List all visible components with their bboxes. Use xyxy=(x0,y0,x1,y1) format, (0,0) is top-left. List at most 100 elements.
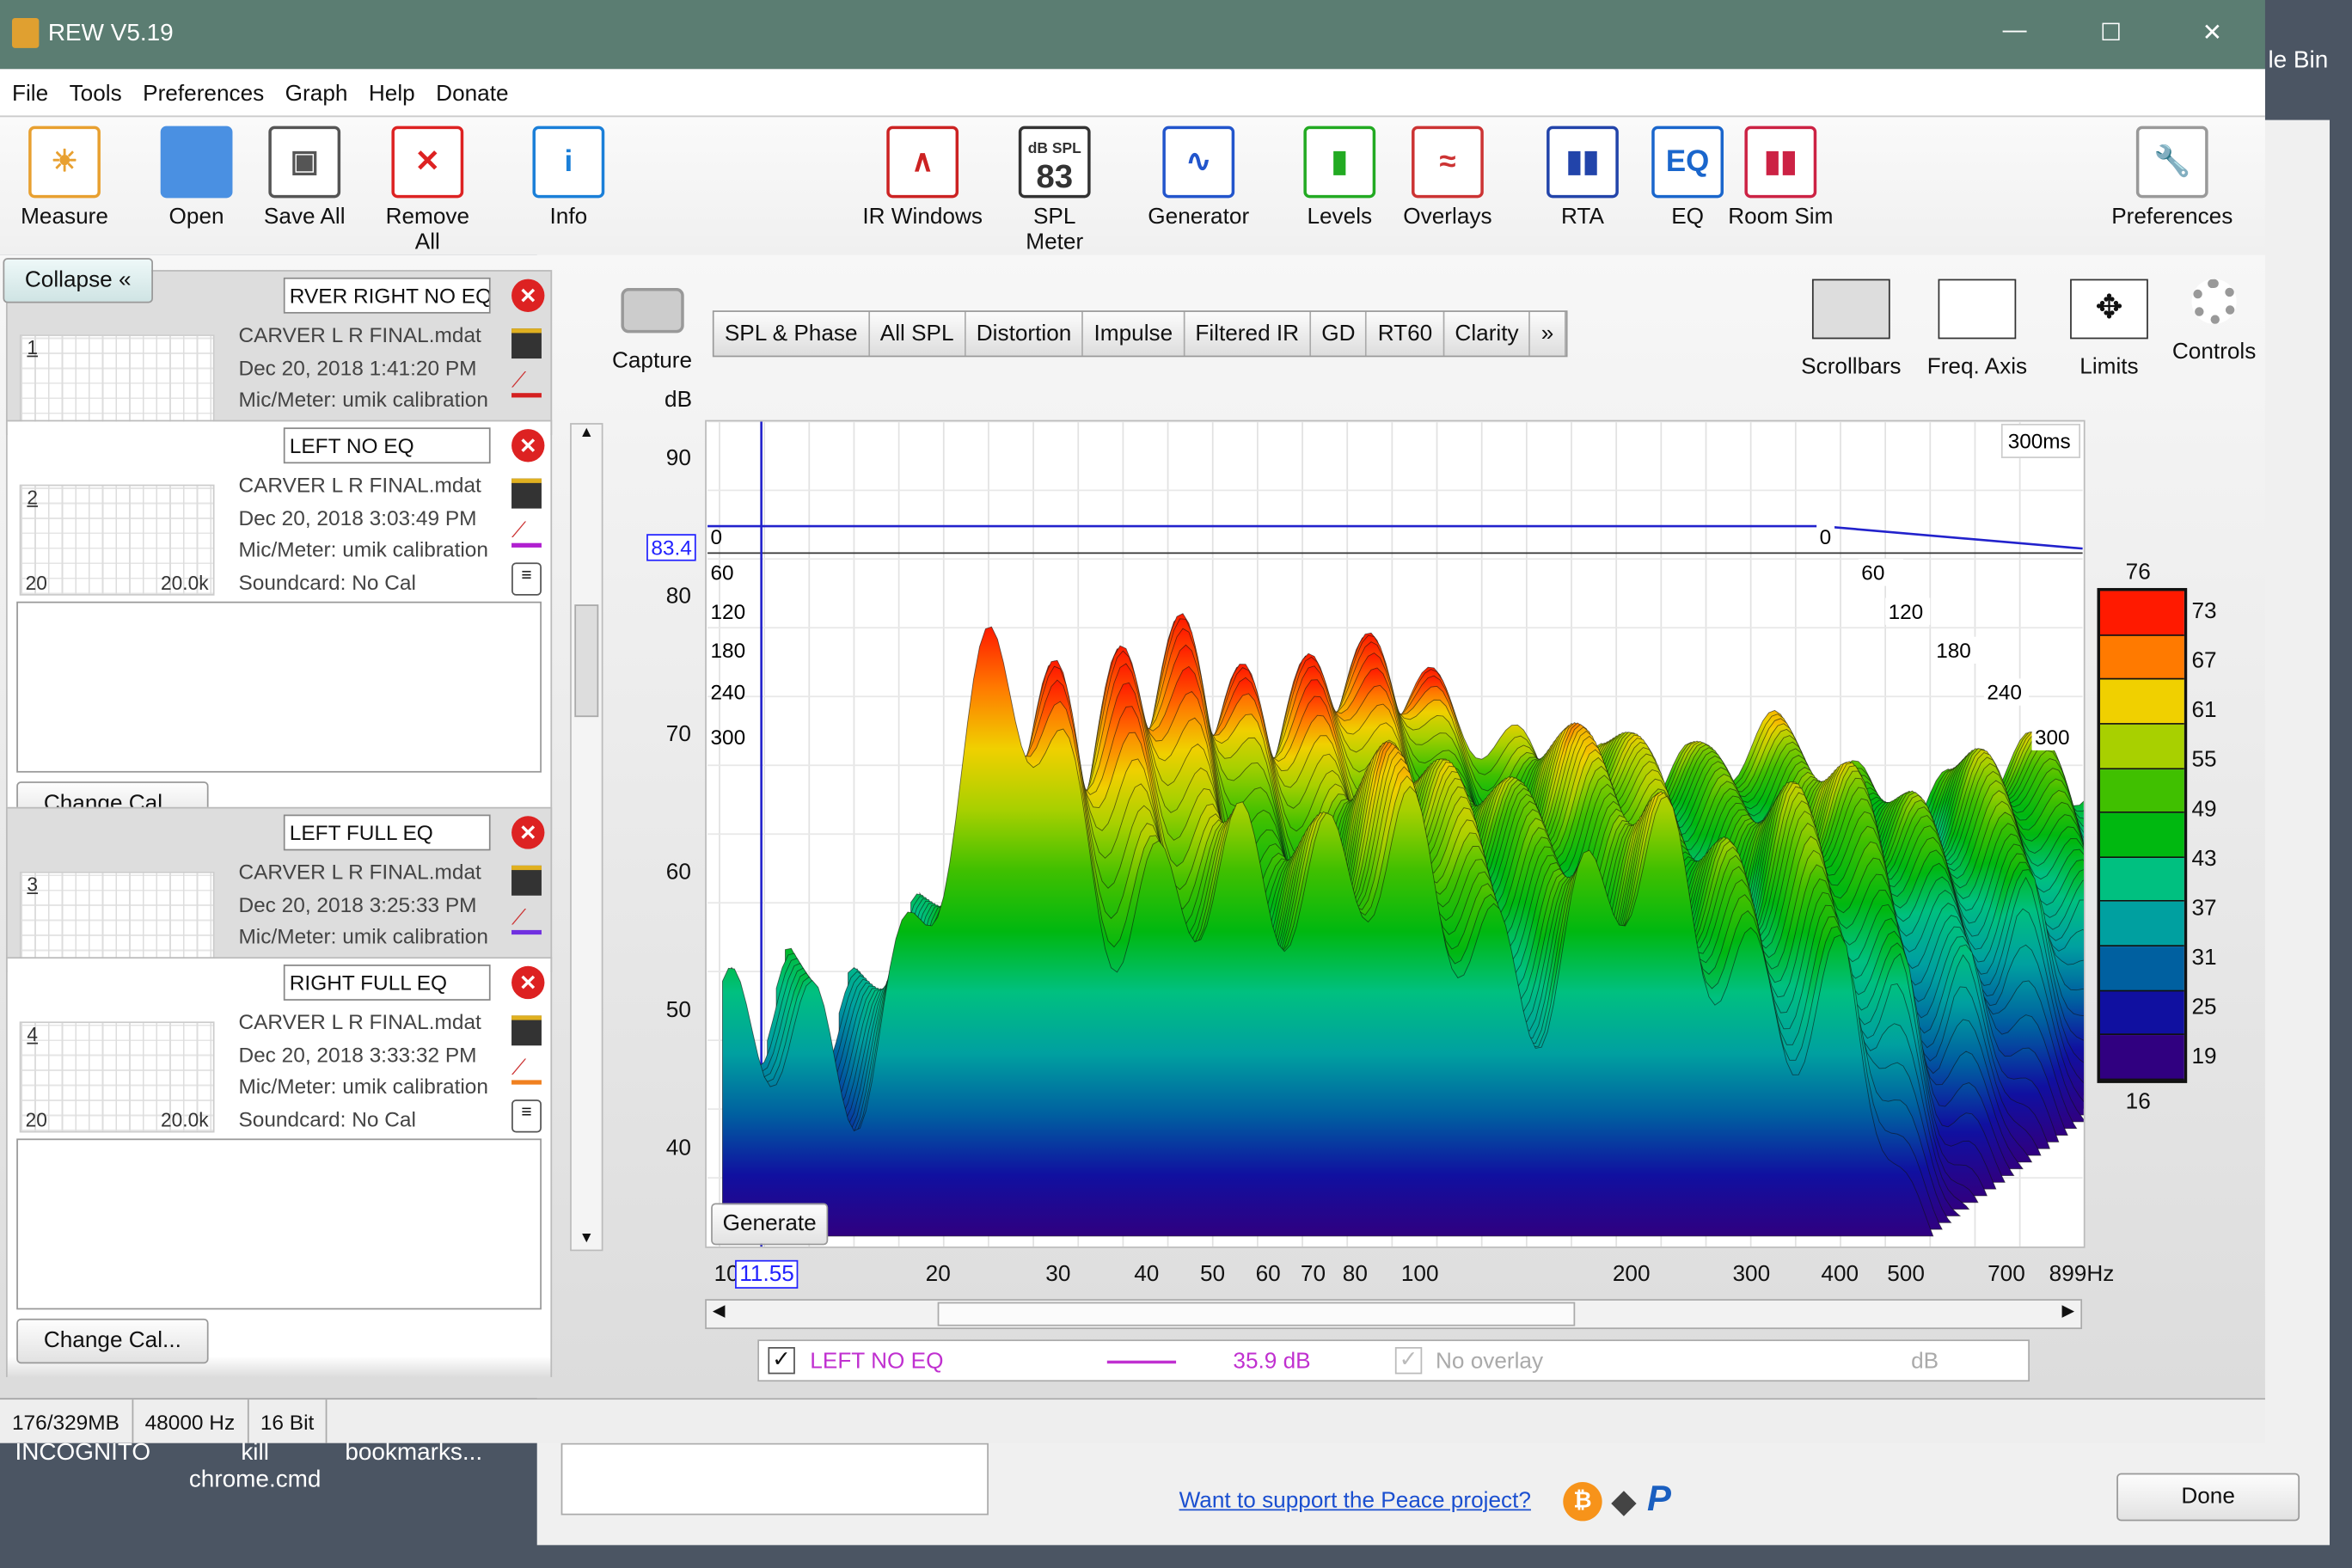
remove-measurement-icon[interactable]: ✕ xyxy=(511,816,545,849)
toolbar-generator-button[interactable]: ∿ Generator xyxy=(1146,126,1251,230)
overlay-checkbox[interactable]: ✓ xyxy=(1394,1347,1423,1375)
scroll-right-arrow[interactable]: ▶ xyxy=(2062,1301,2075,1320)
panel-scrollbar[interactable]: ▲ ▼ xyxy=(570,423,603,1252)
maximize-button[interactable]: ☐ xyxy=(2100,18,2122,48)
tab-filtered-ir[interactable]: Filtered IR xyxy=(1185,311,1312,356)
toolbar-open-button[interactable]: Open xyxy=(144,126,249,230)
toolbar-save-all-button[interactable]: ▣ Save All xyxy=(252,126,357,230)
tab-all-spl[interactable]: All SPL xyxy=(869,311,966,356)
recycle-bin-label[interactable]: le Bin xyxy=(2268,48,2328,75)
spl-value: 83 xyxy=(1036,157,1074,195)
menu-preferences[interactable]: Preferences xyxy=(143,81,264,107)
scroll-thumb[interactable] xyxy=(937,1302,1576,1326)
minimize-button[interactable]: — xyxy=(2003,18,2027,45)
x-tick-label: 70 xyxy=(1300,1261,1326,1288)
menu-donate[interactable]: Donate xyxy=(436,81,508,107)
done-button[interactable]: Done xyxy=(2116,1473,2300,1522)
measurement-name-field[interactable]: LEFT NO EQ xyxy=(283,427,491,464)
measure-icon: ☀ xyxy=(28,126,101,199)
info-mic: Mic/Meter: umik calibration xyxy=(238,536,488,561)
measurement-name-field[interactable]: RVER RIGHT NO EQ xyxy=(283,277,491,314)
measurement-card[interactable]: 4 20 20.0k RIGHT FULL EQ ✕ CARVER L R FINAL.m… xyxy=(5,957,553,1377)
controls-button[interactable]: Controls xyxy=(2157,279,2271,364)
color-pen-icon[interactable]: ⟋ xyxy=(511,904,542,935)
bitcoin-icon[interactable]: ₿ xyxy=(1563,1482,1602,1522)
toolbar-eq-button[interactable]: EQ EQ xyxy=(1635,126,1740,230)
toolbar-preferences-button[interactable]: 🔧 Preferences xyxy=(2100,126,2245,230)
toolbar-measure-button[interactable]: ☀ Measure xyxy=(12,126,117,230)
tab-clarity[interactable]: Clarity xyxy=(1444,311,1531,356)
toolbar-info-button[interactable]: i Info xyxy=(516,126,621,230)
toolbar-spl-meter-button[interactable]: dB SPL 83 SPL Meter xyxy=(1002,126,1107,255)
app-icon xyxy=(11,17,40,48)
ethereum-icon[interactable]: ◆ xyxy=(1611,1482,1637,1521)
save-measurement-icon[interactable] xyxy=(511,328,542,359)
time-tick-right: 0 xyxy=(1820,526,1832,549)
label: kill xyxy=(241,1440,269,1466)
generate-button[interactable]: Generate xyxy=(711,1203,829,1246)
x-tick-label: 30 xyxy=(1045,1261,1071,1288)
measurement-card[interactable]: 32020.0kLEFT FULL EQ✕CARVER L R FINAL.md… xyxy=(5,806,553,983)
notes-textarea[interactable] xyxy=(16,1138,542,1310)
collapse-button[interactable]: Collapse « xyxy=(3,258,153,303)
waterfall-plot[interactable]: 060120180240300060120180240300300ms xyxy=(705,420,2086,1248)
scroll-down-arrow[interactable]: ▼ xyxy=(572,1230,602,1246)
tab-impulse[interactable]: Impulse xyxy=(1083,311,1185,356)
dialog-text-box[interactable] xyxy=(560,1442,989,1516)
y-tick-label: 90 xyxy=(665,445,691,471)
toolbar-remove-all-button[interactable]: ✕ Remove All xyxy=(375,126,480,255)
menu-file[interactable]: File xyxy=(12,81,48,107)
tab-gd[interactable]: GD xyxy=(1311,311,1368,356)
status-field: 176/329MB xyxy=(0,1400,133,1443)
colorbar-band xyxy=(2100,813,2184,858)
menu-tools[interactable]: Tools xyxy=(70,81,122,107)
save-measurement-icon[interactable] xyxy=(511,478,542,509)
toolbar-levels-button[interactable]: ▮ Levels xyxy=(1287,126,1392,230)
toolbar-overlays-button[interactable]: ≈ Overlays xyxy=(1395,126,1500,230)
save-measurement-icon[interactable] xyxy=(511,1015,542,1046)
tab-spl-phase[interactable]: SPL & Phase xyxy=(714,311,870,356)
remove-measurement-icon[interactable]: ✕ xyxy=(511,965,545,1000)
toolbar-room-sim-button[interactable]: ▮▮ Room Sim xyxy=(1728,126,1833,230)
change-cal-button[interactable]: Change Cal... xyxy=(16,1318,209,1364)
y-tick-label: 70 xyxy=(665,721,691,748)
graph-hscrollbar[interactable]: ◀ ▶ xyxy=(705,1299,2083,1330)
time-tick-left: 300 xyxy=(711,726,746,750)
desktop-icon-incognito[interactable]: INCOGNITO xyxy=(15,1440,150,1467)
notes-icon[interactable]: ≡ xyxy=(511,1099,542,1133)
remove-measurement-icon[interactable]: ✕ xyxy=(511,279,545,312)
tab-distortion[interactable]: Distortion xyxy=(965,311,1084,356)
measurement-name-field[interactable]: RIGHT FULL EQ xyxy=(283,965,491,1001)
color-pen-icon[interactable]: ⟋ xyxy=(511,368,542,398)
measurement-name-field[interactable]: LEFT FULL EQ xyxy=(283,814,491,851)
close-button[interactable]: ✕ xyxy=(2202,18,2222,48)
scroll-left-arrow[interactable]: ◀ xyxy=(713,1301,726,1320)
legend-checkbox[interactable]: ✓ xyxy=(768,1347,795,1375)
menu-bar: File Tools Preferences Graph Help Donate xyxy=(0,69,2265,118)
remove-measurement-icon[interactable]: ✕ xyxy=(511,429,545,462)
scroll-thumb[interactable] xyxy=(574,604,599,718)
label: Controls xyxy=(2171,339,2257,365)
notes-icon[interactable]: ≡ xyxy=(511,562,542,596)
freq-axis-icon xyxy=(1938,279,2017,340)
scrollbars-button[interactable]: Scrollbars xyxy=(1794,279,1908,379)
paypal-icon[interactable]: P xyxy=(1647,1479,1671,1522)
tab--[interactable]: » xyxy=(1530,311,1566,356)
freq-axis-button[interactable]: Freq. Axis xyxy=(1920,279,2035,379)
desktop-icon-bookmarks[interactable]: bookmarks... xyxy=(345,1440,482,1467)
menu-graph[interactable]: Graph xyxy=(285,81,348,107)
tab-rt60[interactable]: RT60 xyxy=(1367,311,1445,356)
save-measurement-icon[interactable] xyxy=(511,865,542,896)
color-pen-icon[interactable]: ⟋ xyxy=(511,518,542,548)
menu-help[interactable]: Help xyxy=(369,81,415,107)
support-link[interactable]: Want to support the Peace project? xyxy=(1179,1488,1531,1514)
color-pen-icon[interactable]: ⟋ xyxy=(511,1055,542,1085)
limits-button[interactable]: ✥ Limits xyxy=(2052,279,2166,379)
desktop-icon-kill[interactable]: kill chrome.cmd xyxy=(180,1440,330,1494)
measurement-card[interactable]: 2 20 20.0k LEFT NO EQ ✕ CARVER L R FINAL.mdat… xyxy=(5,420,553,841)
toolbar-rta-button[interactable]: ▮▮ RTA xyxy=(1530,126,1635,230)
capture-button[interactable]: Capture xyxy=(612,288,692,374)
scroll-up-arrow[interactable]: ▲ xyxy=(572,425,602,441)
notes-textarea[interactable] xyxy=(16,601,542,773)
toolbar-ir-windows-button[interactable]: ∧ IR Windows xyxy=(858,126,987,230)
